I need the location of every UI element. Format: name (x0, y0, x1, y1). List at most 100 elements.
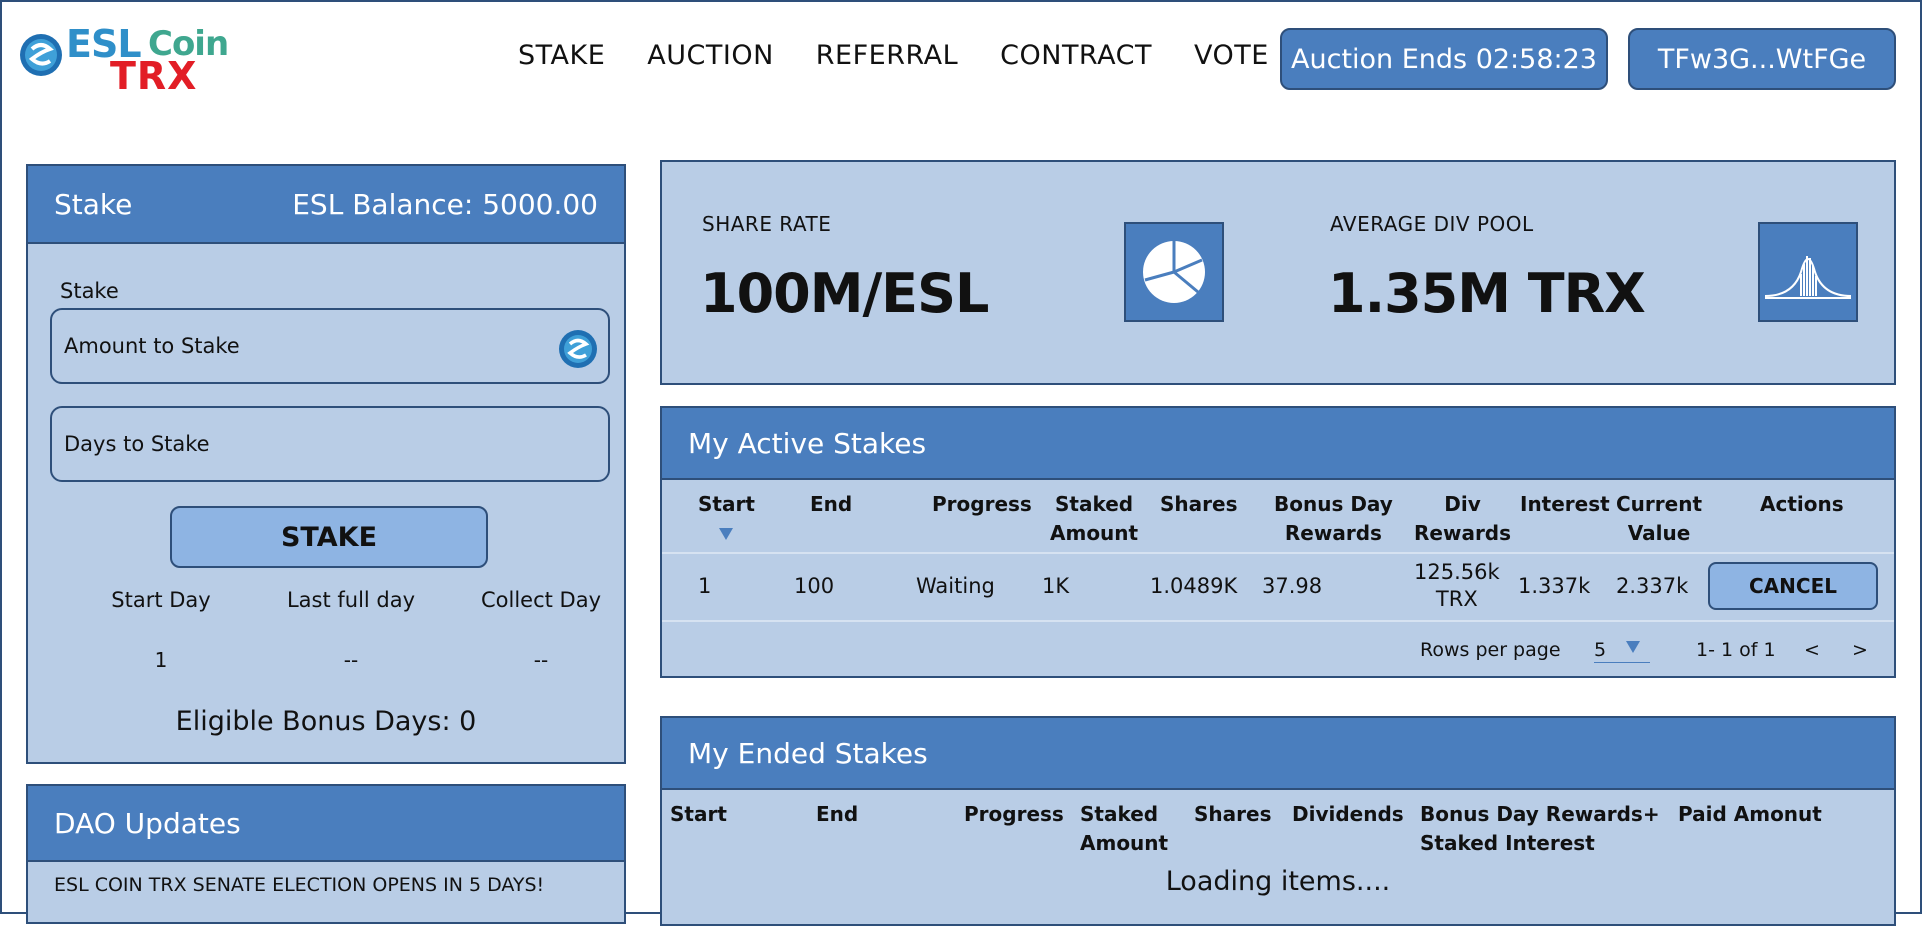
last-full-day-value: -- (343, 648, 359, 672)
loading-message: Loading items.... (1165, 866, 1391, 897)
col-div-line2: Rewards (1414, 521, 1512, 545)
ended-col-shares: Shares (1194, 802, 1272, 826)
col-bonus-line1: Bonus Day (1274, 492, 1393, 516)
col-bonus-line2: Rewards (1284, 521, 1382, 545)
col-staked-amount: Staked Amount (1050, 490, 1138, 548)
eligible-bonus-days: Eligible Bonus Days: 0 (175, 706, 477, 737)
col-current-line2: Value (1627, 521, 1691, 545)
ended-col-start: Start (670, 802, 727, 826)
dropdown-arrow-icon (1626, 641, 1640, 653)
col-shares: Shares (1160, 492, 1238, 516)
rows-per-page-label: Rows per page (1420, 639, 1561, 661)
active-stakes-header-row: Start End Progress Staked Amount Shares … (662, 480, 1894, 554)
col-staked-line2: Amount (1050, 521, 1139, 545)
ended-col-bonus-interest: Bonus Day Rewards+ Staked Interest (1420, 800, 1660, 858)
col-start-label: Start (698, 492, 755, 516)
avg-div-pool-value: 1.35M TRX (1328, 262, 1646, 325)
esl-token-icon (559, 330, 597, 368)
stake-button[interactable]: STAKE (170, 506, 488, 568)
prev-page-button[interactable]: < (1804, 639, 1820, 661)
cell-current-value: 2.337k (1616, 574, 1689, 598)
pie-chart-glyph (1143, 241, 1205, 303)
cell-bonus: 37.98 (1262, 574, 1323, 598)
cell-progress: Waiting (916, 574, 995, 598)
stake-panel: Stake ESL Balance: 5000.00 Stake Amount … (26, 164, 626, 764)
avg-div-pool-label: AVERAGE DIV POOL (1330, 212, 1534, 236)
nav-stake[interactable]: STAKE (518, 40, 605, 71)
days-to-stake-input[interactable]: Days to Stake (50, 406, 610, 482)
stake-panel-header: Stake ESL Balance: 5000.00 (28, 166, 624, 244)
ended-col-bonus-line1: Bonus Day Rewards+ (1420, 802, 1660, 826)
rows-per-page-select[interactable]: 5 (1594, 636, 1650, 663)
last-full-day-label: Last full day (286, 588, 416, 612)
stake-panel-title: Stake (54, 187, 133, 221)
cell-div-line1: 125.56k (1414, 560, 1500, 584)
collect-day-label: Collect Day (480, 588, 602, 612)
dao-message: ESL COIN TRX SENATE ELECTION OPENS IN 5 … (54, 874, 545, 896)
main-nav: STAKE AUCTION REFERRAL CONTRACT VOTE (518, 40, 1311, 71)
ended-col-staked-line1: Staked (1080, 802, 1159, 826)
dao-panel-title: DAO Updates (28, 786, 624, 862)
ended-col-staked-line2: Amount (1080, 831, 1169, 855)
nav-auction[interactable]: AUCTION (647, 40, 774, 71)
col-current-value: Current Value (1616, 490, 1702, 548)
active-stakes-title: My Active Stakes (662, 408, 1894, 480)
ended-col-bonus-line2: Staked Interest (1420, 831, 1595, 855)
cell-staked-amount: 1K (1042, 574, 1070, 598)
cell-div-rewards: 125.56k TRX (1414, 559, 1500, 613)
cell-start: 1 (698, 574, 712, 598)
page-range: 1- 1 of 1 (1696, 639, 1776, 661)
collect-day-value: -- (533, 648, 549, 672)
col-interest: Interest (1520, 492, 1610, 516)
esl-coin-logo-icon (20, 34, 62, 76)
ended-col-progress: Progress (964, 802, 1064, 826)
stake-field-label: Stake (60, 279, 119, 303)
ended-col-dividends: Dividends (1292, 802, 1404, 826)
ended-col-end: End (816, 802, 859, 826)
cancel-stake-button[interactable]: CANCEL (1708, 562, 1878, 610)
cell-shares: 1.0489K (1150, 574, 1238, 598)
days-placeholder: Days to Stake (64, 432, 210, 456)
col-staked-line1: Staked (1055, 492, 1134, 516)
active-stakes-panel: My Active Stakes Start End Progress Stak… (660, 406, 1896, 678)
col-current-line1: Current (1616, 492, 1703, 516)
start-day-value: 1 (154, 648, 168, 672)
ended-col-paid-amount: Paid Amonut (1678, 802, 1822, 826)
sort-down-icon[interactable] (719, 528, 734, 540)
nav-referral[interactable]: REFERRAL (816, 40, 958, 71)
col-div-rewards: Div Rewards (1414, 490, 1511, 548)
esl-balance: ESL Balance: 5000.00 (292, 187, 598, 221)
rows-per-page-value: 5 (1594, 639, 1607, 661)
col-progress: Progress (932, 492, 1032, 516)
col-end: End (810, 492, 853, 516)
nav-contract[interactable]: CONTRACT (1000, 40, 1152, 71)
logo[interactable]: ESL Coin TRX (18, 22, 248, 98)
table-row: 1 100 Waiting 1K 1.0489K 37.98 125.56k T… (662, 554, 1894, 622)
cell-interest: 1.337k (1518, 574, 1591, 598)
bell-curve-icon (1758, 222, 1858, 322)
col-actions: Actions (1760, 492, 1844, 516)
nav-vote[interactable]: VOTE (1194, 40, 1269, 71)
logo-word-trx: TRX (110, 54, 198, 98)
next-page-button[interactable]: > (1852, 639, 1868, 661)
col-start[interactable]: Start (698, 490, 755, 548)
ended-stakes-title: My Ended Stakes (662, 718, 1894, 790)
pagination: Rows per page 5 1- 1 of 1 < > (662, 622, 1894, 678)
cell-div-line2: TRX (1435, 587, 1478, 611)
share-rate-label: SHARE RATE (702, 212, 832, 236)
dao-updates-panel: DAO Updates ESL COIN TRX SENATE ELECTION… (26, 784, 626, 924)
share-rate-value: 100M/ESL (700, 262, 989, 325)
auction-timer-button[interactable]: Auction Ends 02:58:23 (1280, 28, 1608, 90)
pie-chart-icon (1124, 222, 1224, 322)
stats-panel: SHARE RATE 100M/ESL AVERAGE DIV POOL 1.3… (660, 160, 1896, 385)
wallet-address-button[interactable]: TFw3G...WtFGe (1628, 28, 1896, 90)
cell-end: 100 (794, 574, 835, 598)
col-bonus-day-rewards: Bonus Day Rewards (1274, 490, 1393, 548)
start-day-label: Start Day (111, 588, 211, 612)
amount-placeholder: Amount to Stake (64, 334, 240, 358)
ended-col-staked-amount: Staked Amount (1080, 800, 1168, 858)
ended-stakes-panel: My Ended Stakes Start End Progress Stake… (660, 716, 1896, 926)
amount-to-stake-input[interactable]: Amount to Stake (50, 308, 610, 384)
col-div-line1: Div (1444, 492, 1481, 516)
bell-curve-glyph (1764, 256, 1852, 299)
